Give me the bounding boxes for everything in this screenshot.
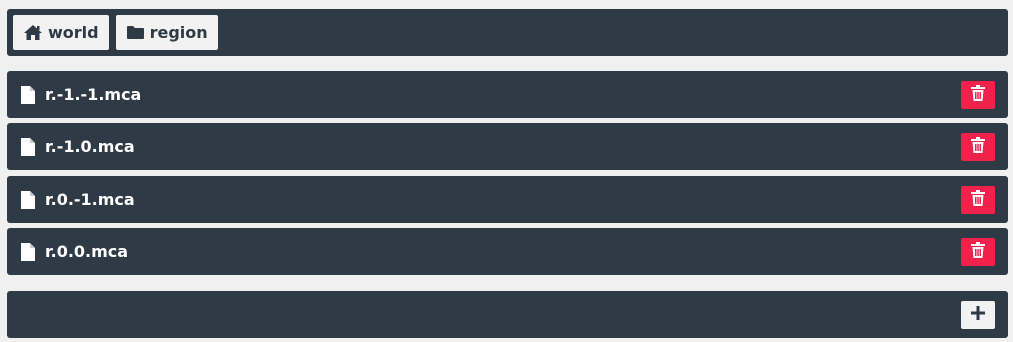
file-row[interactable]: r.0.0.mca [7, 228, 1008, 275]
file-icon [21, 85, 35, 104]
folder-icon [126, 25, 145, 40]
delete-button[interactable] [961, 237, 995, 266]
delete-button[interactable] [961, 80, 995, 109]
file-name: r.0.0.mca [45, 242, 129, 261]
file-icon [21, 190, 35, 209]
add-bar [7, 291, 1008, 338]
trash-icon [971, 241, 985, 262]
breadcrumb-world-label: world [48, 23, 99, 42]
trash-icon [971, 189, 985, 210]
breadcrumb-region-label: region [149, 23, 208, 42]
plus-icon [970, 305, 986, 325]
breadcrumb: world region [7, 9, 1008, 56]
file-icon [21, 242, 35, 261]
breadcrumb-world[interactable]: world [13, 15, 109, 50]
trash-icon [971, 84, 985, 105]
file-icon [21, 137, 35, 156]
trash-icon [971, 136, 985, 157]
file-name: r.-1.-1.mca [45, 85, 142, 104]
breadcrumb-region[interactable]: region [115, 15, 218, 50]
file-name: r.-1.0.mca [45, 137, 135, 156]
delete-button[interactable] [961, 132, 995, 161]
file-row[interactable]: r.-1.-1.mca [7, 71, 1008, 118]
add-button[interactable] [961, 300, 995, 329]
file-row[interactable]: r.0.-1.mca [7, 176, 1008, 223]
home-icon [23, 24, 43, 41]
file-row[interactable]: r.-1.0.mca [7, 123, 1008, 170]
file-name: r.0.-1.mca [45, 190, 135, 209]
delete-button[interactable] [961, 185, 995, 214]
